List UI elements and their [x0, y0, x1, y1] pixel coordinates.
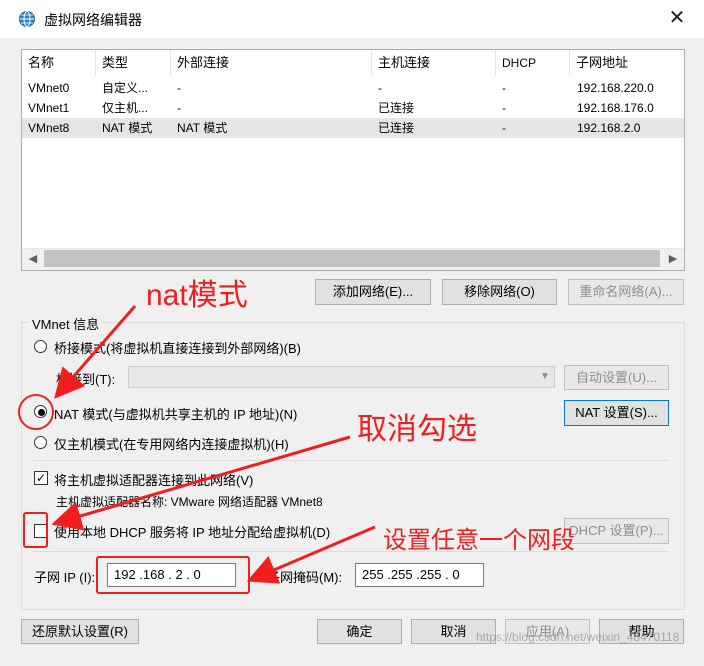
watermark: https://blog.csdn.net/weixin_43470118 — [476, 630, 680, 644]
annotation-set-segment: 设置任意一个网段 — [383, 527, 575, 554]
annotation-uncheck: 取消勾选 — [357, 413, 477, 446]
annotation-nat-mode: nat模式 — [146, 279, 248, 312]
annotation-arrows — [51, 305, 376, 584]
